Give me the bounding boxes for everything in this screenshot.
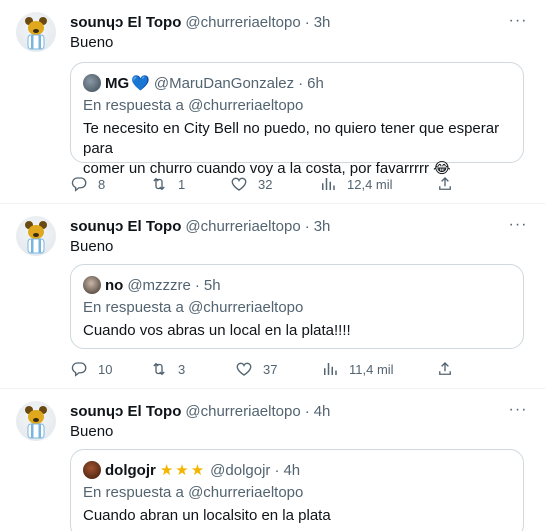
timestamp[interactable]: 4h — [314, 403, 331, 420]
star-emoji: ★★★ — [159, 462, 207, 479]
quoted-tweet[interactable]: MG 💙 @MaruDanGonzalez · 6h En respuesta … — [70, 62, 524, 177]
separator-dot: · — [304, 13, 310, 31]
reply-context: En respuesta a @churreriaeltopo — [83, 97, 304, 114]
mole-mascot-icon — [25, 17, 47, 50]
separator-dot: · — [194, 276, 200, 294]
retweet-button[interactable]: 1 — [150, 175, 185, 193]
retweet-icon — [150, 360, 168, 378]
separator-dot: · — [304, 402, 310, 420]
more-icon[interactable]: ··· — [507, 399, 529, 421]
reply-count: 8 — [98, 176, 106, 192]
reply-icon — [70, 360, 88, 378]
quote-display-name: MG — [105, 74, 130, 92]
more-icon[interactable]: ··· — [507, 214, 529, 236]
quote-handle: @MaruDanGonzalez — [153, 74, 295, 92]
reply-icon — [70, 175, 88, 193]
share-icon — [436, 175, 454, 193]
quote-text-line: Te necesito en City Bell no puedo, no qu… — [83, 120, 500, 157]
quote-handle: @dolgojr — [210, 461, 271, 479]
separator-dot: · — [274, 461, 280, 479]
quoted-tweet[interactable]: no @mzzzre · 5h En respuesta a @churreri… — [70, 264, 524, 349]
avatar[interactable] — [16, 401, 56, 441]
quote-text-line: Cuando abran un localsito en la plata — [83, 507, 331, 524]
like-icon — [235, 360, 253, 378]
like-button[interactable]: 37 — [235, 360, 277, 378]
tweet-text: Bueno — [70, 423, 114, 440]
reply-button[interactable]: 10 — [70, 360, 112, 378]
reply-context: En respuesta a @churreriaeltopo — [83, 299, 304, 316]
tweet-text: Bueno — [70, 34, 114, 51]
quote-display-name: dolgojr — [105, 461, 156, 479]
retweet-count: 3 — [178, 361, 186, 377]
reply-button[interactable]: 8 — [70, 175, 105, 193]
more-icon[interactable]: ··· — [507, 10, 529, 32]
retweet-icon — [150, 175, 168, 193]
share-icon — [436, 360, 454, 378]
timestamp[interactable]: 3h — [314, 218, 331, 235]
quoted-tweet[interactable]: dolgojr ★★★ @dolgojr · 4h En respuesta a… — [70, 449, 524, 531]
timestamp[interactable]: 3h — [314, 14, 331, 31]
display-name[interactable]: sounɥɔ El Topo — [70, 403, 181, 420]
display-name[interactable]: sounɥɔ El Topo — [70, 218, 181, 235]
user-handle[interactable]: @churreriaeltopo — [185, 218, 300, 235]
blue-heart-emoji: 💙 — [131, 75, 150, 92]
retweet-count: 1 — [178, 176, 186, 192]
views-icon — [321, 360, 339, 378]
share-button[interactable] — [436, 175, 464, 193]
avatar[interactable] — [16, 216, 56, 256]
views-count: 12,4 mil — [347, 176, 393, 192]
reply-count: 10 — [98, 361, 113, 377]
tweet-text: Bueno — [70, 238, 114, 255]
retweet-button[interactable]: 3 — [150, 360, 185, 378]
reply-context: En respuesta a @churreriaeltopo — [83, 484, 304, 501]
quote-display-name: no — [105, 276, 124, 294]
quote-text-line: Cuando vos abras un local en la plata!!!… — [83, 322, 351, 339]
share-button[interactable] — [436, 360, 464, 378]
quote-timestamp: 4h — [283, 461, 301, 479]
like-icon — [230, 175, 248, 193]
tweet[interactable]: sounɥɔ El Topo @churreriaeltopo · 3h ···… — [0, 0, 545, 203]
like-count: 37 — [263, 361, 278, 377]
views-icon — [319, 175, 337, 193]
separator-dot: · — [304, 217, 310, 235]
quote-avatar — [83, 74, 101, 92]
views-button[interactable]: 11,4 mil — [321, 360, 394, 378]
like-count: 32 — [258, 176, 273, 192]
quote-handle: @mzzzre — [127, 276, 191, 294]
mole-mascot-icon — [25, 406, 47, 439]
quote-timestamp: 6h — [307, 74, 324, 92]
quote-avatar — [83, 461, 101, 479]
views-button[interactable]: 12,4 mil — [319, 175, 393, 193]
separator-dot: · — [298, 74, 304, 92]
like-button[interactable]: 32 — [230, 175, 272, 193]
tweet[interactable]: sounɥɔ El Topo @churreriaeltopo · 4h ···… — [0, 389, 545, 531]
display-name[interactable]: sounɥɔ El Topo — [70, 14, 181, 31]
tweet[interactable]: sounɥɔ El Topo @churreriaeltopo · 3h ···… — [0, 204, 545, 388]
avatar[interactable] — [16, 12, 56, 52]
user-handle[interactable]: @churreriaeltopo — [185, 403, 300, 420]
user-handle[interactable]: @churreriaeltopo — [185, 14, 300, 31]
mole-mascot-icon — [25, 221, 47, 254]
quote-avatar — [83, 276, 101, 294]
quote-timestamp: 5h — [203, 276, 221, 294]
views-count: 11,4 mil — [349, 361, 394, 377]
